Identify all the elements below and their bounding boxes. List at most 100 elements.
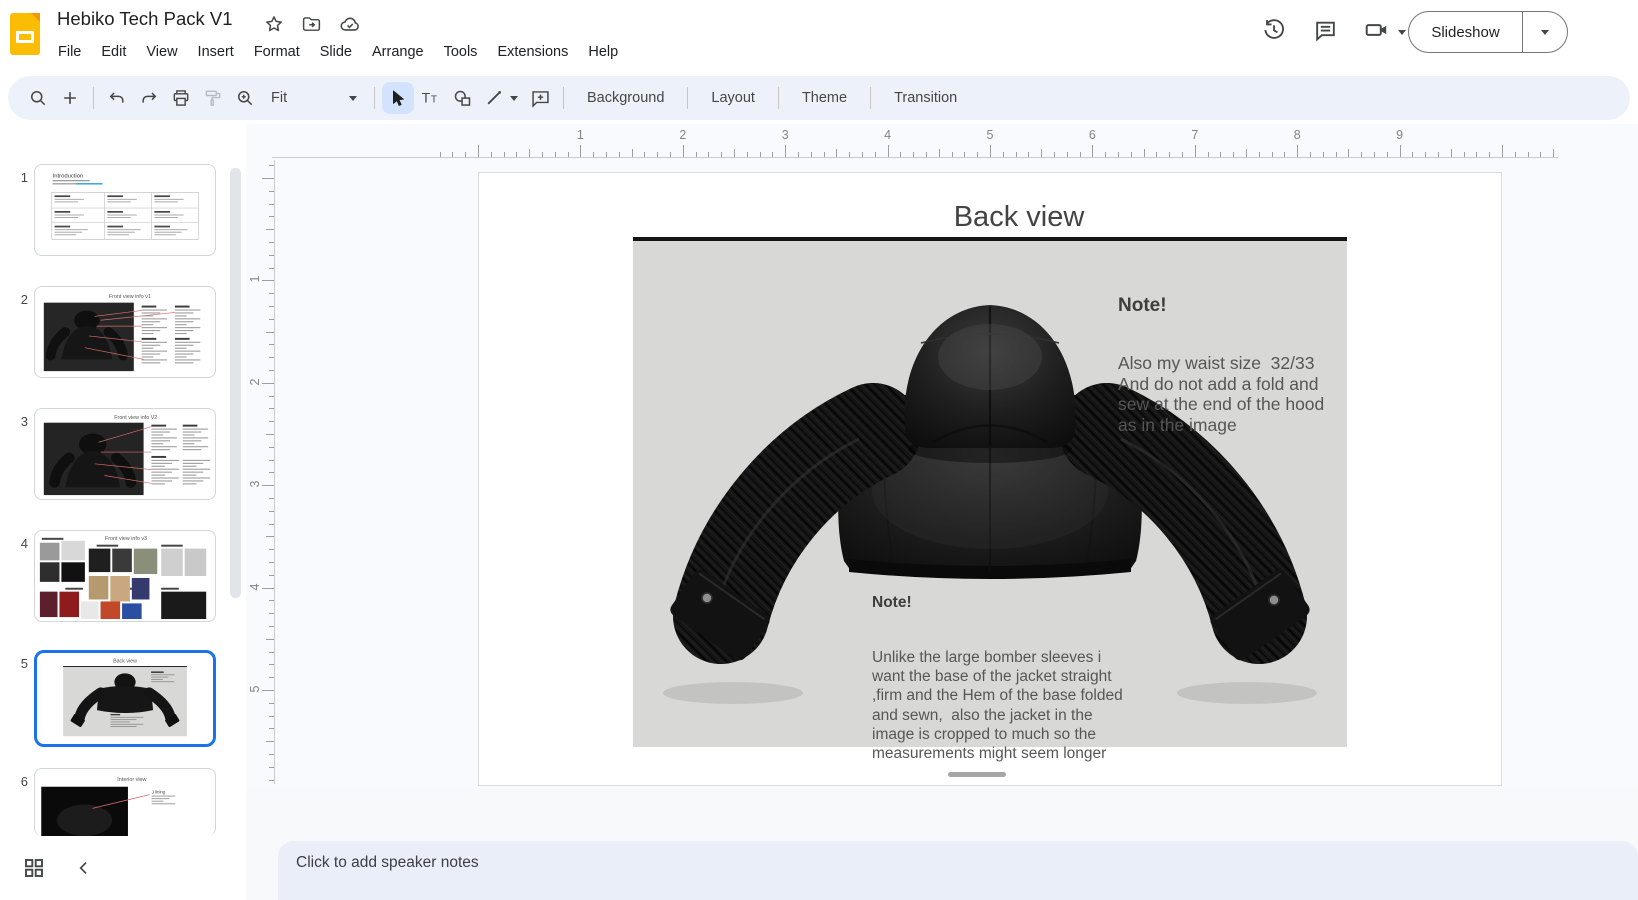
logo-page	[16, 31, 34, 43]
shapes-tool[interactable]	[446, 82, 478, 114]
zoom-value: Fit	[271, 90, 287, 106]
ruler-tick	[785, 145, 786, 157]
text-box-tool[interactable]: TT	[414, 82, 446, 114]
menu-slide[interactable]: Slide	[310, 38, 362, 66]
slide-filmstrip: 1 Introduction 2 Front view info v1	[0, 124, 246, 900]
speaker-notes-input[interactable]: Click to add speaker notes	[278, 841, 1638, 900]
slide-thumbnail-1[interactable]: Introduction	[34, 164, 216, 256]
ruler-tick	[266, 434, 274, 435]
redo-icon[interactable]	[133, 82, 165, 114]
menu-tools[interactable]: Tools	[434, 38, 488, 66]
menu-view[interactable]: View	[136, 38, 187, 66]
new-slide-plus-icon[interactable]	[54, 82, 86, 114]
menu-help[interactable]: Help	[578, 38, 628, 66]
speaker-notes-placeholder: Click to add speaker notes	[296, 854, 479, 872]
ruler-tick	[1246, 149, 1247, 157]
slide-number: 5	[8, 656, 28, 671]
version-history-icon[interactable]	[1261, 17, 1287, 48]
line-dropdown-icon[interactable]	[510, 96, 518, 101]
ruler-tick	[913, 152, 914, 157]
ruler-tick	[269, 255, 274, 256]
menu-file[interactable]: File	[48, 38, 91, 66]
menu-edit[interactable]: Edit	[91, 38, 136, 66]
notes-resize-handle[interactable]	[948, 772, 1006, 777]
menu-insert[interactable]: Insert	[188, 38, 244, 66]
ruler-tick	[478, 145, 479, 157]
ruler-tick	[862, 152, 863, 157]
slideshow-button[interactable]: Slideshow	[1408, 11, 1568, 53]
insert-comment-icon[interactable]	[524, 82, 556, 114]
slide-title[interactable]: Back view	[479, 201, 1559, 234]
ruler-tick	[1272, 152, 1273, 157]
svg-text:J lining: J lining	[152, 790, 166, 795]
ruler-tick	[760, 152, 761, 157]
menu-arrange[interactable]: Arrange	[362, 38, 434, 66]
ruler-number: 7	[1191, 128, 1198, 142]
meet-dropdown-icon[interactable]	[1398, 30, 1406, 35]
search-menus-icon[interactable]	[22, 82, 54, 114]
ruler-tick	[269, 703, 274, 704]
ruler-number: 1	[248, 272, 262, 286]
menu-format[interactable]: Format	[244, 38, 310, 66]
ruler-tick	[269, 344, 274, 345]
ruler-tick	[269, 677, 274, 678]
ruler-number: 4	[884, 128, 891, 142]
move-folder-icon[interactable]	[301, 14, 322, 40]
ruler-tick	[269, 191, 274, 192]
ruler-tick	[1259, 152, 1260, 157]
bottom-toolbar	[0, 840, 246, 900]
ruler-tick	[824, 152, 825, 157]
background-button[interactable]: Background	[571, 80, 680, 116]
meet-camera-icon[interactable]	[1364, 17, 1390, 48]
layout-button[interactable]: Layout	[695, 80, 771, 116]
ruler-tick	[262, 178, 274, 179]
print-icon[interactable]	[165, 82, 197, 114]
zoom-in-icon[interactable]	[229, 82, 261, 114]
theme-button[interactable]: Theme	[786, 80, 863, 116]
ruler-tick	[632, 149, 633, 157]
toolbar: Fit TT Background Layout Theme Transitio…	[8, 76, 1630, 120]
ruler-number: 6	[1089, 128, 1096, 142]
paint-format-icon[interactable]	[197, 82, 229, 114]
collapse-filmstrip-icon[interactable]	[74, 858, 94, 883]
transition-button[interactable]: Transition	[878, 80, 973, 116]
slide-thumbnail-5-selected[interactable]: Back view	[34, 650, 216, 747]
ruler-tick	[696, 152, 697, 157]
jacket-back-photo[interactable]: Note! Also my waist size 32/33 And do no…	[633, 241, 1347, 747]
grid-view-icon[interactable]	[22, 856, 46, 885]
undo-icon[interactable]	[101, 82, 133, 114]
slide-thumbnail-2[interactable]: Front view info v1	[34, 286, 216, 378]
note-bottom-textbox[interactable]: Note! Unlike the large bomber sleeves i …	[872, 557, 1140, 799]
menu-bar: File Edit View Insert Format Slide Arran…	[48, 38, 628, 66]
slide-canvas[interactable]: Back view	[478, 172, 1502, 786]
cloud-saved-icon[interactable]	[339, 13, 361, 40]
ruler-tick	[504, 152, 505, 157]
horizontal-ruler: 123456789	[246, 124, 1638, 158]
ruler-tick	[269, 511, 274, 512]
slideshow-dropdown[interactable]	[1522, 12, 1567, 52]
ruler-tick	[269, 562, 274, 563]
slide-thumbnail-4[interactable]: Front view info v3	[34, 530, 216, 622]
ruler-tick	[708, 152, 709, 157]
ruler-tick	[990, 145, 991, 157]
ruler-tick	[269, 767, 274, 768]
comments-icon[interactable]	[1313, 18, 1338, 48]
note-top-textbox[interactable]: Note! Also my waist size 32/33 And do no…	[1118, 259, 1350, 471]
line-tool[interactable]	[478, 82, 510, 114]
svg-text:Front view info v3: Front view info v3	[105, 536, 147, 542]
menu-extensions[interactable]: Extensions	[487, 38, 578, 66]
slide-number: 1	[8, 170, 28, 185]
ruler-tick	[1131, 152, 1132, 157]
select-tool[interactable]	[382, 82, 414, 114]
slide-thumbnail-3[interactable]: Front view info V2	[34, 408, 216, 500]
star-icon[interactable]	[264, 14, 284, 39]
slide-thumbnail-6[interactable]: Interior view J lining	[34, 768, 216, 836]
zoom-select[interactable]: Fit	[261, 82, 367, 114]
ruler-number: 2	[679, 128, 686, 142]
document-title[interactable]: Hebiko Tech Pack V1	[57, 8, 233, 30]
ruler-tick	[1400, 145, 1401, 157]
ruler-tick	[798, 152, 799, 157]
slides-logo-icon[interactable]	[10, 13, 40, 55]
filmstrip-scrollbar[interactable]	[230, 168, 241, 598]
ruler-tick	[1528, 152, 1529, 157]
